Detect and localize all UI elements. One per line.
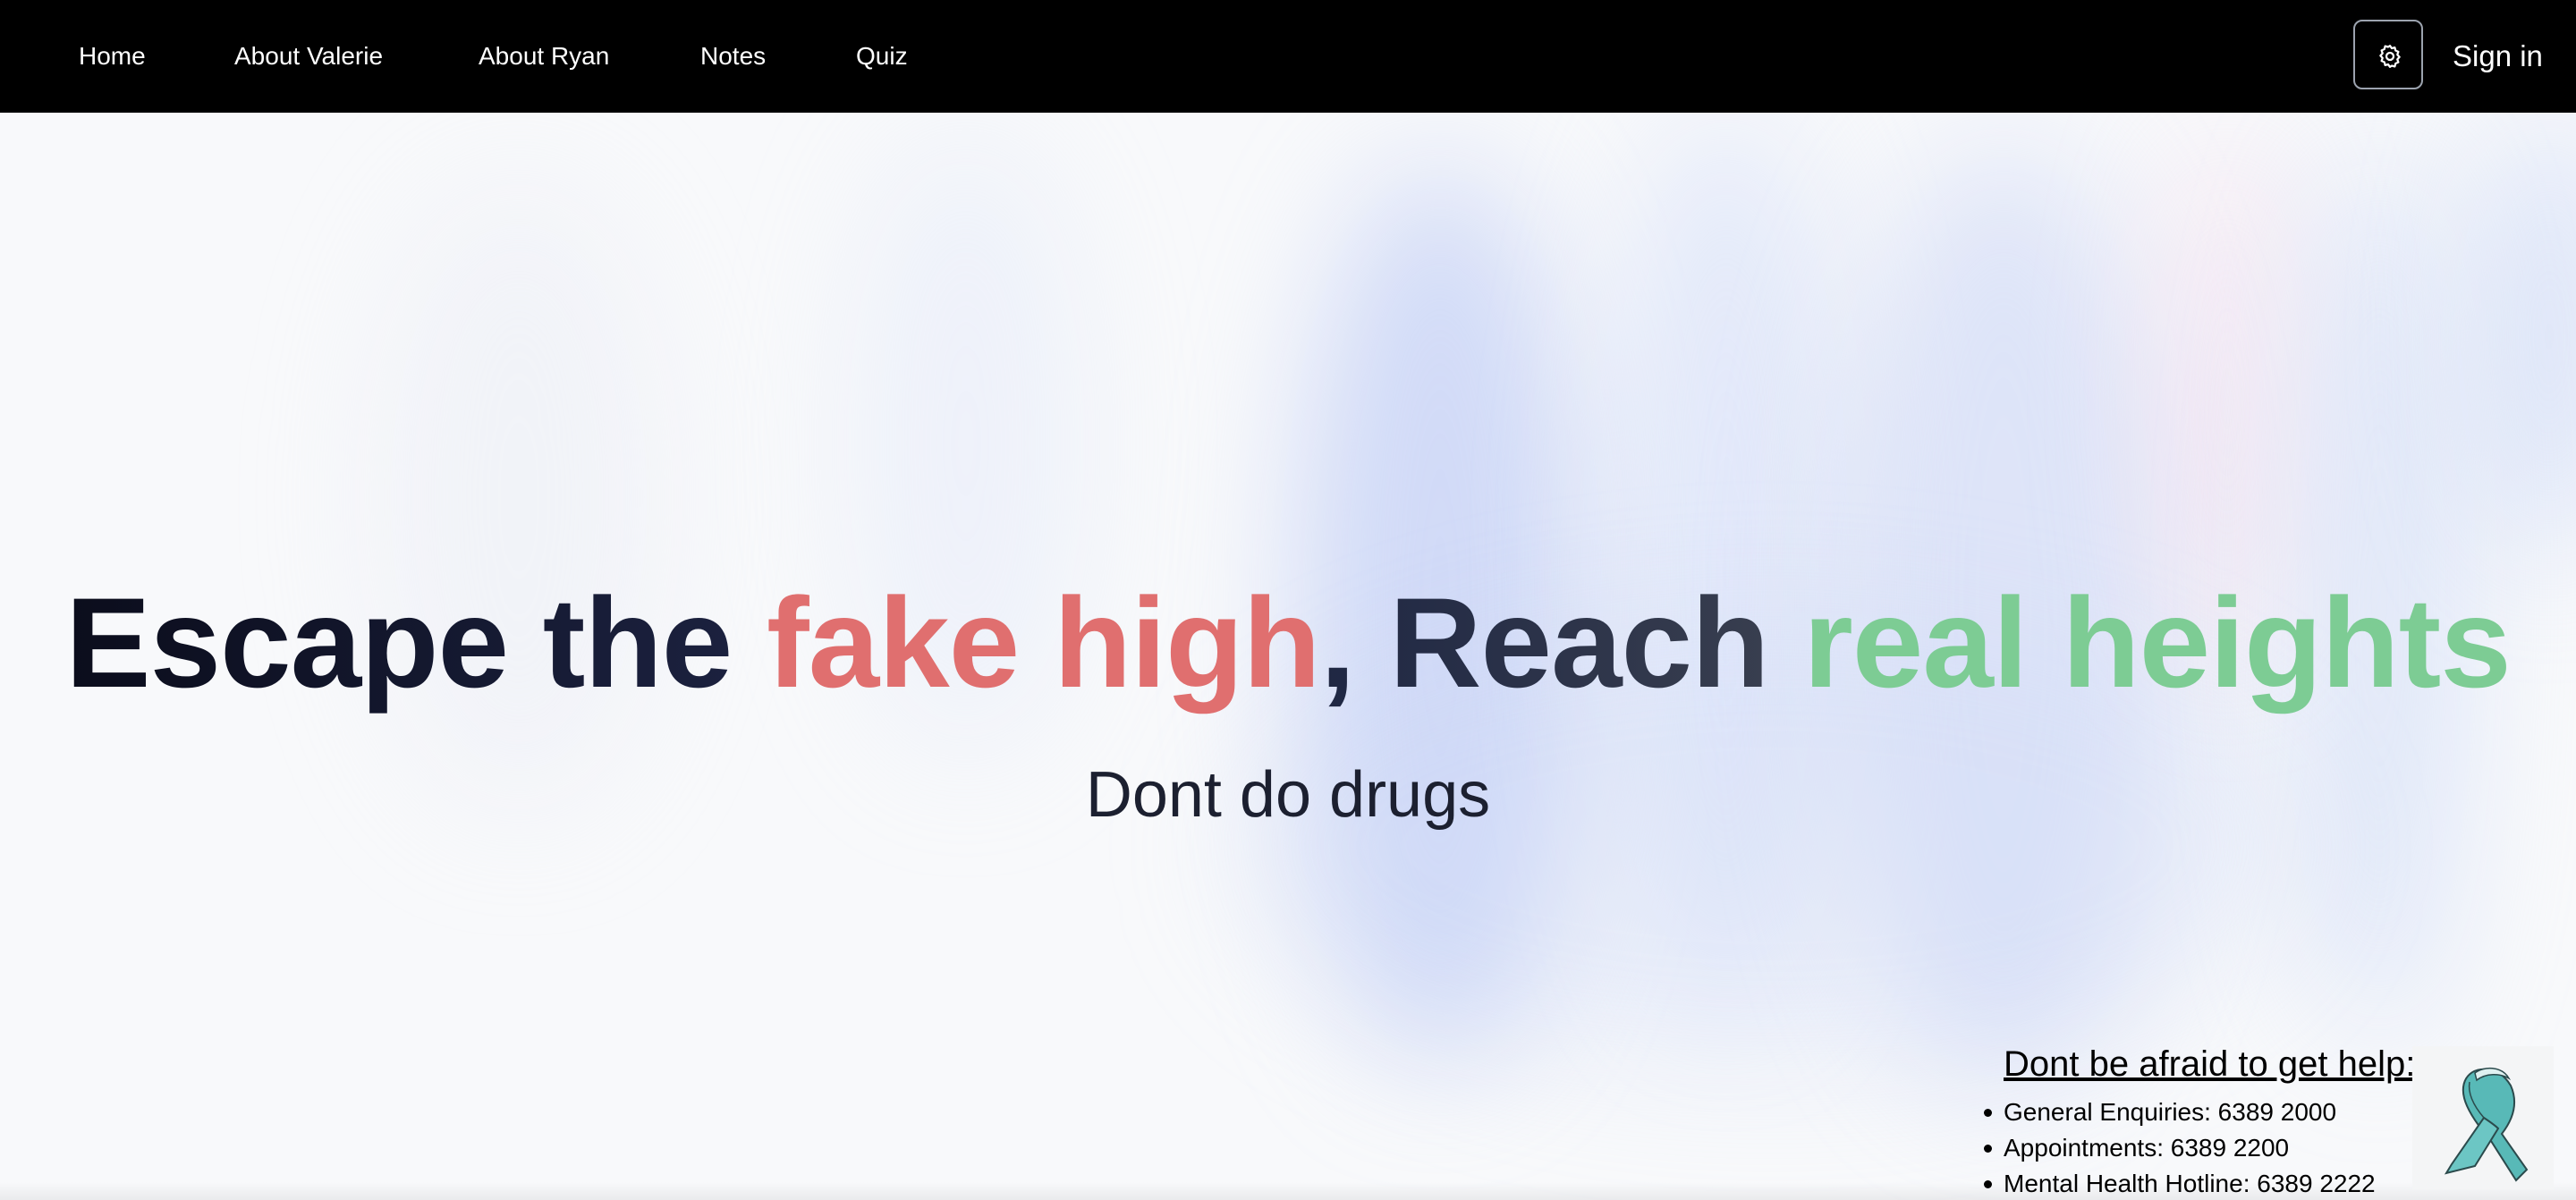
help-contact-general-enquiries: General Enquiries: 6389 2000 — [1984, 1094, 2376, 1130]
page: Home About Valerie About Ryan Notes Quiz… — [0, 0, 2576, 1200]
help-contact-appointments: Appointments: 6389 2200 — [1984, 1130, 2376, 1166]
sign-in-link[interactable]: Sign in — [2453, 0, 2543, 113]
hero-title: Escape the fake high, Reach real heights — [0, 572, 2576, 715]
nav-link-about-ryan[interactable]: About Ryan — [479, 0, 609, 113]
nav-link-notes[interactable]: Notes — [700, 0, 766, 113]
awareness-ribbon-image — [2412, 1046, 2554, 1189]
gear-icon — [2379, 45, 2401, 68]
nav-link-home[interactable]: Home — [79, 0, 146, 113]
help-contact-mental-health-hotline: Mental Health Hotline: 6389 2222 — [1984, 1166, 2376, 1200]
help-title: Dont be afraid to get help: — [2004, 1044, 2416, 1084]
hero-title-part-real-heights: real heights — [1803, 572, 2512, 714]
nav-link-about-valerie[interactable]: About Valerie — [234, 0, 383, 113]
settings-button[interactable] — [2353, 20, 2423, 89]
awareness-ribbon-icon — [2444, 1067, 2529, 1182]
help-contact-list: General Enquiries: 6389 2000 Appointment… — [1984, 1094, 2376, 1200]
hero-title-part-reach: , Reach — [1319, 572, 1804, 714]
hero-subtitle: Dont do drugs — [1085, 759, 1491, 831]
top-navbar: Home About Valerie About Ryan Notes Quiz… — [0, 0, 2576, 113]
hero-title-part-escape: Escape the — [65, 572, 767, 714]
hero-title-part-fake-high: fake high — [767, 572, 1321, 714]
nav-link-quiz[interactable]: Quiz — [856, 0, 908, 113]
